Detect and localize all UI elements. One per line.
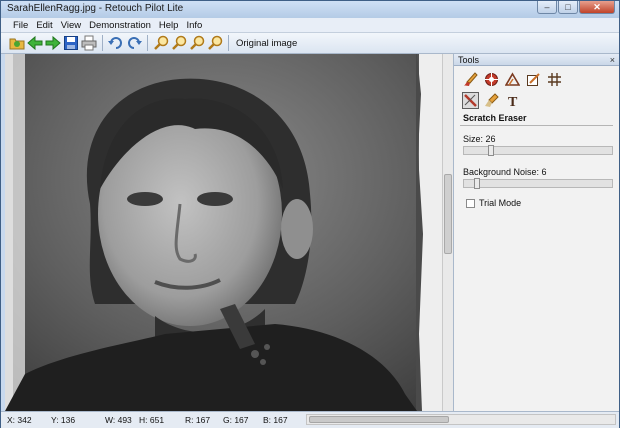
clone-tool-icon[interactable] [483, 71, 500, 88]
status-red: R: 167 [185, 415, 211, 425]
portrait-photo [5, 54, 442, 411]
tools-panel: Tools × T Scratch Eraser Size: 26 Backgr… [453, 54, 619, 411]
size-label: Size: 26 [463, 134, 496, 144]
toolbar-separator [147, 35, 148, 51]
healing-brush-icon[interactable] [483, 92, 500, 109]
background-noise-label: Background Noise: 6 [463, 167, 547, 177]
grid-tool-icon[interactable] [546, 71, 563, 88]
status-green: G: 167 [223, 415, 249, 425]
print-icon[interactable] [81, 35, 97, 51]
status-bar: X: 342 Y: 136 W: 493 H: 651 R: 167 G: 16… [1, 411, 619, 428]
menu-demonstration[interactable]: Demonstration [85, 18, 155, 32]
horizontal-scroll-thumb[interactable] [309, 416, 449, 423]
trial-mode-row[interactable]: Trial Mode [466, 198, 619, 208]
scratch-eraser-icon[interactable] [462, 92, 479, 109]
horizontal-scrollbar[interactable] [306, 414, 616, 425]
original-image-button[interactable]: Original image [234, 38, 299, 49]
background-noise-slider-thumb[interactable] [473, 178, 480, 189]
tools-panel-title: Tools [458, 54, 480, 65]
text-tool-icon[interactable]: T [504, 92, 521, 109]
title-bar[interactable]: SarahEllenRagg.jpg - Retouch Pilot Lite … [1, 1, 619, 18]
zoom-in-icon[interactable] [153, 35, 169, 51]
maximize-button[interactable]: □ [558, 1, 578, 14]
svg-text:T: T [508, 95, 518, 108]
tool-name-divider [460, 125, 613, 126]
close-button[interactable]: ✕ [579, 1, 615, 14]
tool-name: Scratch Eraser [463, 113, 527, 123]
trial-mode-label: Trial Mode [479, 198, 522, 208]
size-slider[interactable] [463, 145, 613, 156]
zoom-fit-icon[interactable] [189, 35, 205, 51]
trial-mode-checkbox[interactable] [466, 198, 475, 208]
app-window: SarahEllenRagg.jpg - Retouch Pilot Lite … [0, 0, 620, 428]
background-noise-slider[interactable] [463, 178, 613, 189]
menu-file[interactable]: File [9, 18, 32, 32]
image-canvas[interactable] [5, 54, 442, 411]
main-toolbar: Original image [1, 33, 619, 54]
tool-row-2: T [454, 92, 619, 109]
menu-edit[interactable]: Edit [32, 18, 56, 32]
menu-help[interactable]: Help [155, 18, 183, 32]
menu-bar: File Edit View Demonstration Help Info [1, 18, 619, 33]
zoom-out-icon[interactable] [171, 35, 187, 51]
open-folder-icon[interactable] [9, 35, 25, 51]
status-x: X: 342 [7, 415, 32, 425]
status-width: W: 493 [105, 415, 132, 425]
minimize-button[interactable]: – [537, 1, 557, 14]
window-title: SarahEllenRagg.jpg - Retouch Pilot Lite [7, 3, 184, 14]
size-slider-thumb[interactable] [487, 145, 494, 156]
tools-panel-close-button[interactable]: × [610, 55, 615, 65]
toolbar-separator [102, 35, 103, 51]
forward-arrow-icon[interactable] [45, 35, 61, 51]
tool-row-1 [454, 71, 619, 88]
zoom-actual-icon[interactable] [207, 35, 223, 51]
menu-info[interactable]: Info [182, 18, 206, 32]
status-height: H: 651 [139, 415, 165, 425]
menu-view[interactable]: View [57, 18, 85, 32]
toolbar-separator [228, 35, 229, 51]
back-arrow-icon[interactable] [27, 35, 43, 51]
status-y: Y: 136 [51, 415, 76, 425]
window-controls: – □ ✕ [537, 1, 615, 14]
vertical-scrollbar[interactable] [442, 54, 453, 411]
vertical-scroll-thumb[interactable] [444, 174, 452, 254]
status-blue: B: 167 [263, 415, 288, 425]
undo-icon[interactable] [108, 35, 124, 51]
brush-tool-icon[interactable] [462, 71, 479, 88]
redo-icon[interactable] [126, 35, 142, 51]
tools-panel-header: Tools × [454, 54, 619, 66]
crop-tool-icon[interactable] [525, 71, 542, 88]
triangle-tool-icon[interactable] [504, 71, 521, 88]
save-icon[interactable] [63, 35, 79, 51]
